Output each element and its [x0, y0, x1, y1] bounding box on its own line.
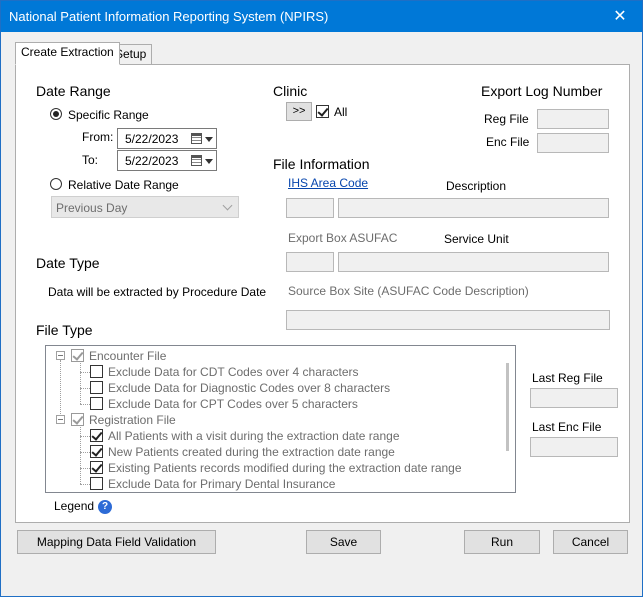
tree-item-label: Exclude Data for CDT Codes over 4 charac…	[108, 365, 359, 379]
collapse-icon[interactable]	[56, 351, 65, 360]
ihs-area-code-link[interactable]: IHS Area Code	[288, 176, 368, 190]
save-button[interactable]: Save	[306, 530, 381, 554]
tree-checkbox-exclude-cdt[interactable]	[90, 365, 103, 378]
tree-checkbox-exclude-diagnostic[interactable]	[90, 381, 103, 394]
tree-connector	[80, 424, 81, 484]
last-reg-file-label: Last Reg File	[532, 371, 603, 385]
date-type-text: Data will be extracted by Procedure Date	[48, 285, 267, 299]
cancel-button[interactable]: Cancel	[553, 530, 628, 554]
tree-checkbox-existing-patients[interactable]	[90, 461, 103, 474]
legend-label: Legend	[54, 499, 95, 513]
tree-checkbox-exclude-cpt[interactable]	[90, 397, 103, 410]
tree-checkbox-encounter-file[interactable]	[71, 349, 84, 362]
tree-item-label: All Patients with a visit during the ext…	[108, 429, 400, 443]
collapse-icon[interactable]	[56, 415, 65, 424]
last-enc-file-label: Last Enc File	[532, 420, 602, 434]
specific-range-radio[interactable]	[50, 108, 62, 120]
tree-item-label: Encounter File	[89, 349, 167, 363]
from-label: From:	[82, 130, 114, 144]
calendar-icon[interactable]	[191, 155, 202, 166]
source-box-label: Source Box Site (ASUFAC Code Description…	[288, 284, 529, 298]
to-label: To:	[82, 153, 99, 167]
description-label: Description	[446, 179, 507, 193]
tree-item-label: Exclude Data for Primary Dental Insuranc…	[108, 477, 336, 491]
relative-range-label: Relative Date Range	[68, 178, 179, 192]
window-title: National Patient Information Reporting S…	[9, 9, 329, 24]
tree-scrollbar[interactable]	[506, 363, 509, 451]
enc-file-label: Enc File	[486, 135, 530, 149]
clinic-all-label: All	[334, 105, 348, 119]
run-button[interactable]: Run	[464, 530, 540, 554]
specific-range-label: Specific Range	[68, 108, 149, 122]
calendar-icon[interactable]	[191, 133, 202, 144]
dropdown-arrow-icon[interactable]	[205, 137, 213, 142]
tree-item-label: Exclude Data for Diagnostic Codes over 8…	[108, 381, 391, 395]
date-type-heading: Date Type	[36, 255, 100, 271]
to-date-picker[interactable]: 5/22/2023	[117, 150, 217, 171]
tree-connector	[80, 484, 90, 485]
tree-connector	[80, 388, 90, 389]
relative-range-select: Previous Day	[51, 196, 239, 218]
tree-item-label: Registration File	[89, 413, 176, 427]
last-enc-file-field	[530, 437, 618, 457]
file-type-heading: File Type	[36, 322, 93, 338]
tab-create-extraction[interactable]: Create Extraction	[15, 42, 120, 65]
tree-connector	[80, 452, 90, 453]
from-date-picker[interactable]: 5/22/2023	[117, 128, 217, 149]
reg-file-label: Reg File	[484, 112, 529, 126]
last-reg-file-field	[530, 388, 618, 408]
relative-range-radio[interactable]	[50, 178, 62, 190]
tree-item-label: Exclude Data for CPT Codes over 5 charac…	[108, 397, 358, 411]
service-unit-label: Service Unit	[444, 232, 509, 246]
close-button[interactable]: ✕	[598, 1, 642, 32]
tree-checkbox-all-patients[interactable]	[90, 429, 103, 442]
description-field	[338, 198, 609, 218]
tree-connector	[80, 372, 90, 373]
chevron-down-icon	[222, 200, 233, 211]
mapping-validation-button[interactable]: Mapping Data Field Validation	[17, 530, 216, 554]
main-window: National Patient Information Reporting S…	[0, 0, 643, 597]
help-icon[interactable]: ?	[98, 500, 112, 514]
tree-connector	[80, 468, 90, 469]
clinic-all-checkbox[interactable]	[316, 105, 329, 118]
tree-item-label: New Patients created during the extracti…	[108, 445, 395, 459]
ihs-area-code-field	[286, 198, 334, 218]
tree-checkbox-exclude-dental[interactable]	[90, 477, 103, 490]
export-box-label: Export Box ASUFAC	[288, 231, 398, 245]
from-date-value: 5/22/2023	[125, 132, 179, 146]
export-log-heading: Export Log Number	[481, 83, 603, 99]
clinic-heading: Clinic	[273, 83, 308, 99]
export-box-field	[286, 252, 334, 272]
tree-checkbox-new-patients[interactable]	[90, 445, 103, 458]
date-range-heading: Date Range	[36, 83, 111, 99]
tree-checkbox-registration-file[interactable]	[71, 413, 84, 426]
source-box-field	[286, 310, 610, 330]
title-bar: National Patient Information Reporting S…	[1, 1, 642, 32]
service-unit-field	[338, 252, 609, 272]
enc-file-field	[537, 133, 609, 153]
tree-connector	[80, 404, 90, 405]
file-info-heading: File Information	[273, 156, 370, 172]
tree-connector	[80, 360, 81, 404]
dropdown-arrow-icon[interactable]	[205, 159, 213, 164]
file-type-tree: Encounter File Exclude Data for CDT Code…	[45, 345, 516, 493]
tree-connector	[80, 436, 90, 437]
relative-range-value: Previous Day	[56, 201, 128, 215]
to-date-value: 5/22/2023	[125, 154, 179, 168]
clinic-select-button[interactable]: >>	[286, 102, 312, 121]
tree-item-label: Existing Patients records modified durin…	[108, 461, 462, 475]
tree-connector	[60, 360, 61, 418]
reg-file-field	[537, 109, 609, 129]
